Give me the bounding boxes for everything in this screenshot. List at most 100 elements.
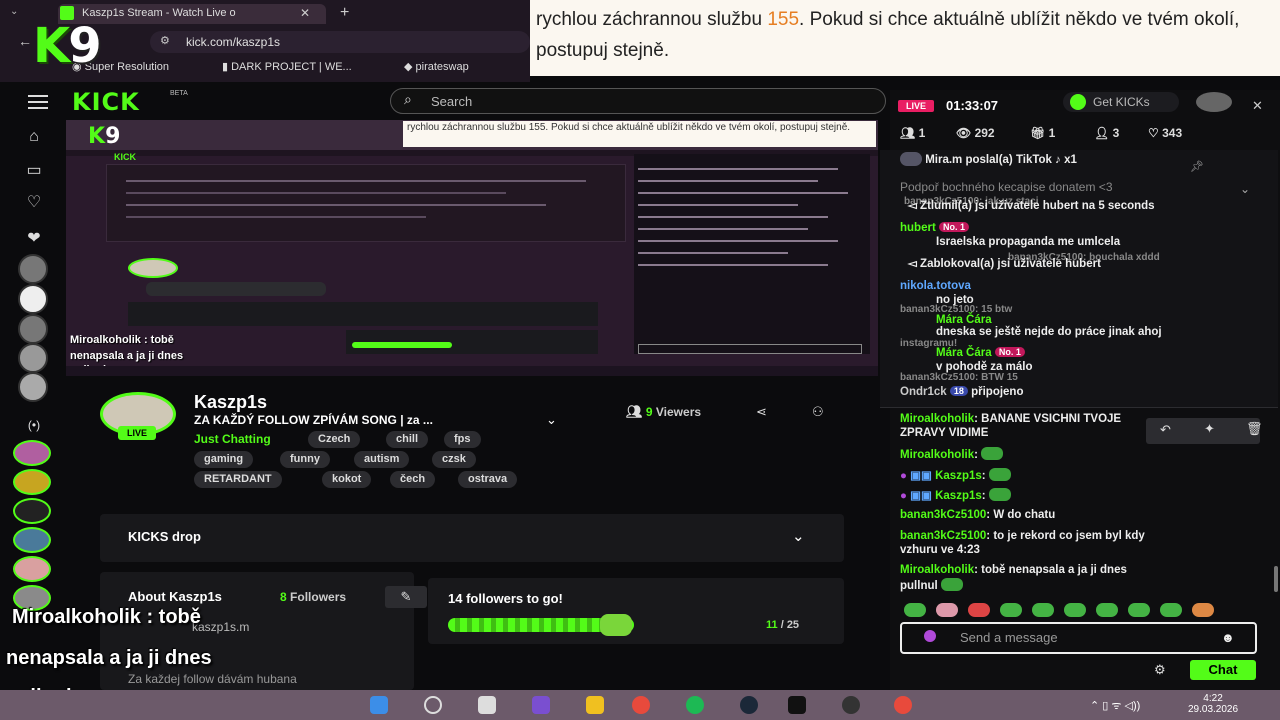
preview-subtitle: rychlou záchrannou službu 155. Pokud si …	[403, 121, 876, 147]
task-view-icon[interactable]	[478, 696, 496, 714]
send-chat-button[interactable]: Chat	[1190, 660, 1256, 680]
chat-message: ● ▣▣ Kaszp1s:	[900, 488, 1011, 502]
live-channel-avatar[interactable]	[13, 556, 51, 582]
live-channel-avatar[interactable]	[13, 440, 51, 466]
stat-gifts: 🎁︎ 1	[1030, 126, 1056, 140]
start-icon[interactable]	[370, 696, 388, 714]
chat-message: hubert No. 1	[900, 222, 969, 234]
tag[interactable]: funny	[280, 451, 330, 468]
goal-title: 14 followers to go!	[448, 591, 563, 606]
tag[interactable]: ostrava	[458, 471, 518, 488]
chevron-down-icon[interactable]: ⌄	[1240, 182, 1250, 196]
channel-avatar[interactable]	[18, 254, 48, 284]
chat-message: ● ▣▣ Kaszp1s:	[900, 468, 1011, 482]
site-info-icon[interactable]: ⚙	[160, 34, 170, 47]
steam-icon[interactable]	[740, 696, 758, 714]
tag[interactable]: kokot	[322, 471, 372, 488]
close-tab-icon[interactable]: ✕	[300, 6, 310, 20]
tag[interactable]: czsk	[432, 451, 476, 468]
edit-button[interactable]: ✎	[385, 586, 427, 608]
system-message: ◅ Ztlumil(a) jsi uživatele hubert na 5 s…	[908, 200, 1155, 212]
live-channel-avatar[interactable]	[13, 498, 51, 524]
chat-message: nikola.totova	[900, 280, 971, 292]
chat-message: Miroalkoholik:	[900, 447, 1004, 461]
chat-message: banan3kCz5100: W do chatu	[900, 509, 1056, 521]
favorites-icon[interactable]: ❤	[23, 228, 45, 248]
live-channel-avatar[interactable]	[13, 469, 51, 495]
chat-badge-icon	[924, 630, 936, 642]
tiktok-icon[interactable]	[788, 696, 806, 714]
pin-icon[interactable]: 📌︎	[1190, 160, 1204, 173]
stat-subs: 👤︎ 3	[1094, 126, 1120, 140]
beta-label: BETA	[170, 90, 188, 97]
chat-message-text: pullnul	[900, 578, 963, 592]
kick-logo[interactable]: KICK	[72, 88, 140, 116]
follow-icon[interactable]: ⚇	[812, 404, 824, 420]
viewers-icon: 👥︎	[626, 404, 643, 419]
share-icon[interactable]: ⋖	[756, 404, 767, 420]
kicks-drop-panel[interactable]	[100, 514, 844, 562]
followers-count: 8 Followers	[280, 590, 347, 604]
search-icon: ⌕	[404, 91, 412, 107]
back-icon[interactable]: ←	[18, 33, 32, 49]
live-badge: LIVE	[118, 426, 156, 440]
channel-avatar[interactable]	[18, 343, 48, 373]
bookmark-dark-project[interactable]: ▮ DARK PROJECT | WE...	[222, 60, 352, 73]
channel-name[interactable]: Kaszp1s	[194, 392, 267, 413]
system-tray[interactable]: ⌃ ▯ ᯤ ◁))	[1090, 698, 1140, 713]
viewer-count: 👥︎ 9 Viewers	[626, 404, 702, 419]
address-bar[interactable]: kick.com/kaszp1s	[150, 31, 530, 53]
tab-list-icon[interactable]: ⌄	[10, 6, 18, 17]
chat-message: Ondr1ck 18 připojeno	[900, 386, 1024, 398]
close-icon[interactable]: ✕	[1252, 98, 1263, 114]
category-link[interactable]: Just Chatting	[194, 432, 271, 446]
chat-scrollbar[interactable]	[1274, 566, 1278, 592]
stat-likes: ♡ 343	[1148, 126, 1183, 140]
chat-message: Mára Čára	[936, 314, 992, 326]
following-icon[interactable]: ♡	[23, 192, 45, 212]
tag[interactable]: chill	[386, 431, 429, 448]
new-tab-icon[interactable]: +	[340, 4, 349, 22]
search-input[interactable]: Search	[390, 88, 886, 114]
tag[interactable]: autism	[354, 451, 410, 468]
channel-avatar[interactable]	[18, 372, 48, 402]
browse-icon[interactable]: ▭	[23, 160, 45, 180]
spotify-icon[interactable]	[686, 696, 704, 714]
emoji-icon[interactable]: ☻	[1221, 630, 1235, 645]
stream-video-player[interactable]: K9 KICK Miroalkoholik : tobě nenapsala a…	[66, 120, 878, 376]
emote-bar[interactable]	[904, 603, 1224, 617]
goal-count: 11 / 25	[766, 619, 800, 631]
teams-icon[interactable]	[532, 696, 550, 714]
chat-input[interactable]: Send a message	[900, 622, 1257, 654]
chrome-icon[interactable]	[632, 696, 650, 714]
about-description: Za každej follow dávám hubana	[128, 672, 297, 686]
chrome-profile-icon[interactable]	[894, 696, 912, 714]
chevron-down-icon[interactable]: ⌄	[792, 527, 805, 545]
bookmark-pirateswap[interactable]: ◆ pirateswap	[404, 60, 469, 73]
chevron-down-icon[interactable]: ⌄	[546, 412, 557, 428]
settings-icon[interactable]: ⚙	[1154, 662, 1166, 678]
delete-icon[interactable]: 🗑︎	[1246, 421, 1263, 437]
stat-users: 👥︎ 1	[900, 126, 926, 140]
support-message: Podpoř bochného kecapise donatem <3	[900, 180, 1113, 194]
tag[interactable]: fps	[444, 431, 481, 448]
clock[interactable]: 4:22 29.03.2026	[1188, 693, 1238, 715]
user-avatar[interactable]	[1196, 92, 1232, 112]
tag[interactable]: čech	[390, 471, 436, 488]
chat-message: Mára Čára No. 1	[936, 347, 1025, 359]
live-channel-avatar[interactable]	[13, 527, 51, 553]
pin-icon[interactable]: ✦	[1204, 421, 1215, 437]
chat-line-dim: banan3kCz5100: BTW 15	[900, 372, 1018, 383]
menu-icon[interactable]	[28, 95, 48, 109]
tag[interactable]: Czech	[308, 431, 361, 448]
channel-avatar[interactable]	[18, 284, 48, 314]
reply-icon[interactable]: ↶	[1160, 422, 1171, 438]
tag[interactable]: RETARDANT	[194, 471, 282, 488]
search-icon[interactable]	[424, 696, 442, 714]
channel-avatar[interactable]	[18, 314, 48, 344]
explorer-icon[interactable]	[586, 696, 604, 714]
chat-message: Miroalkoholik: BANANE VSICHNI TVOJE	[900, 413, 1122, 425]
tag[interactable]: gaming	[194, 451, 254, 468]
home-icon[interactable]: ⌂	[23, 128, 45, 146]
obs-icon[interactable]	[842, 696, 860, 714]
